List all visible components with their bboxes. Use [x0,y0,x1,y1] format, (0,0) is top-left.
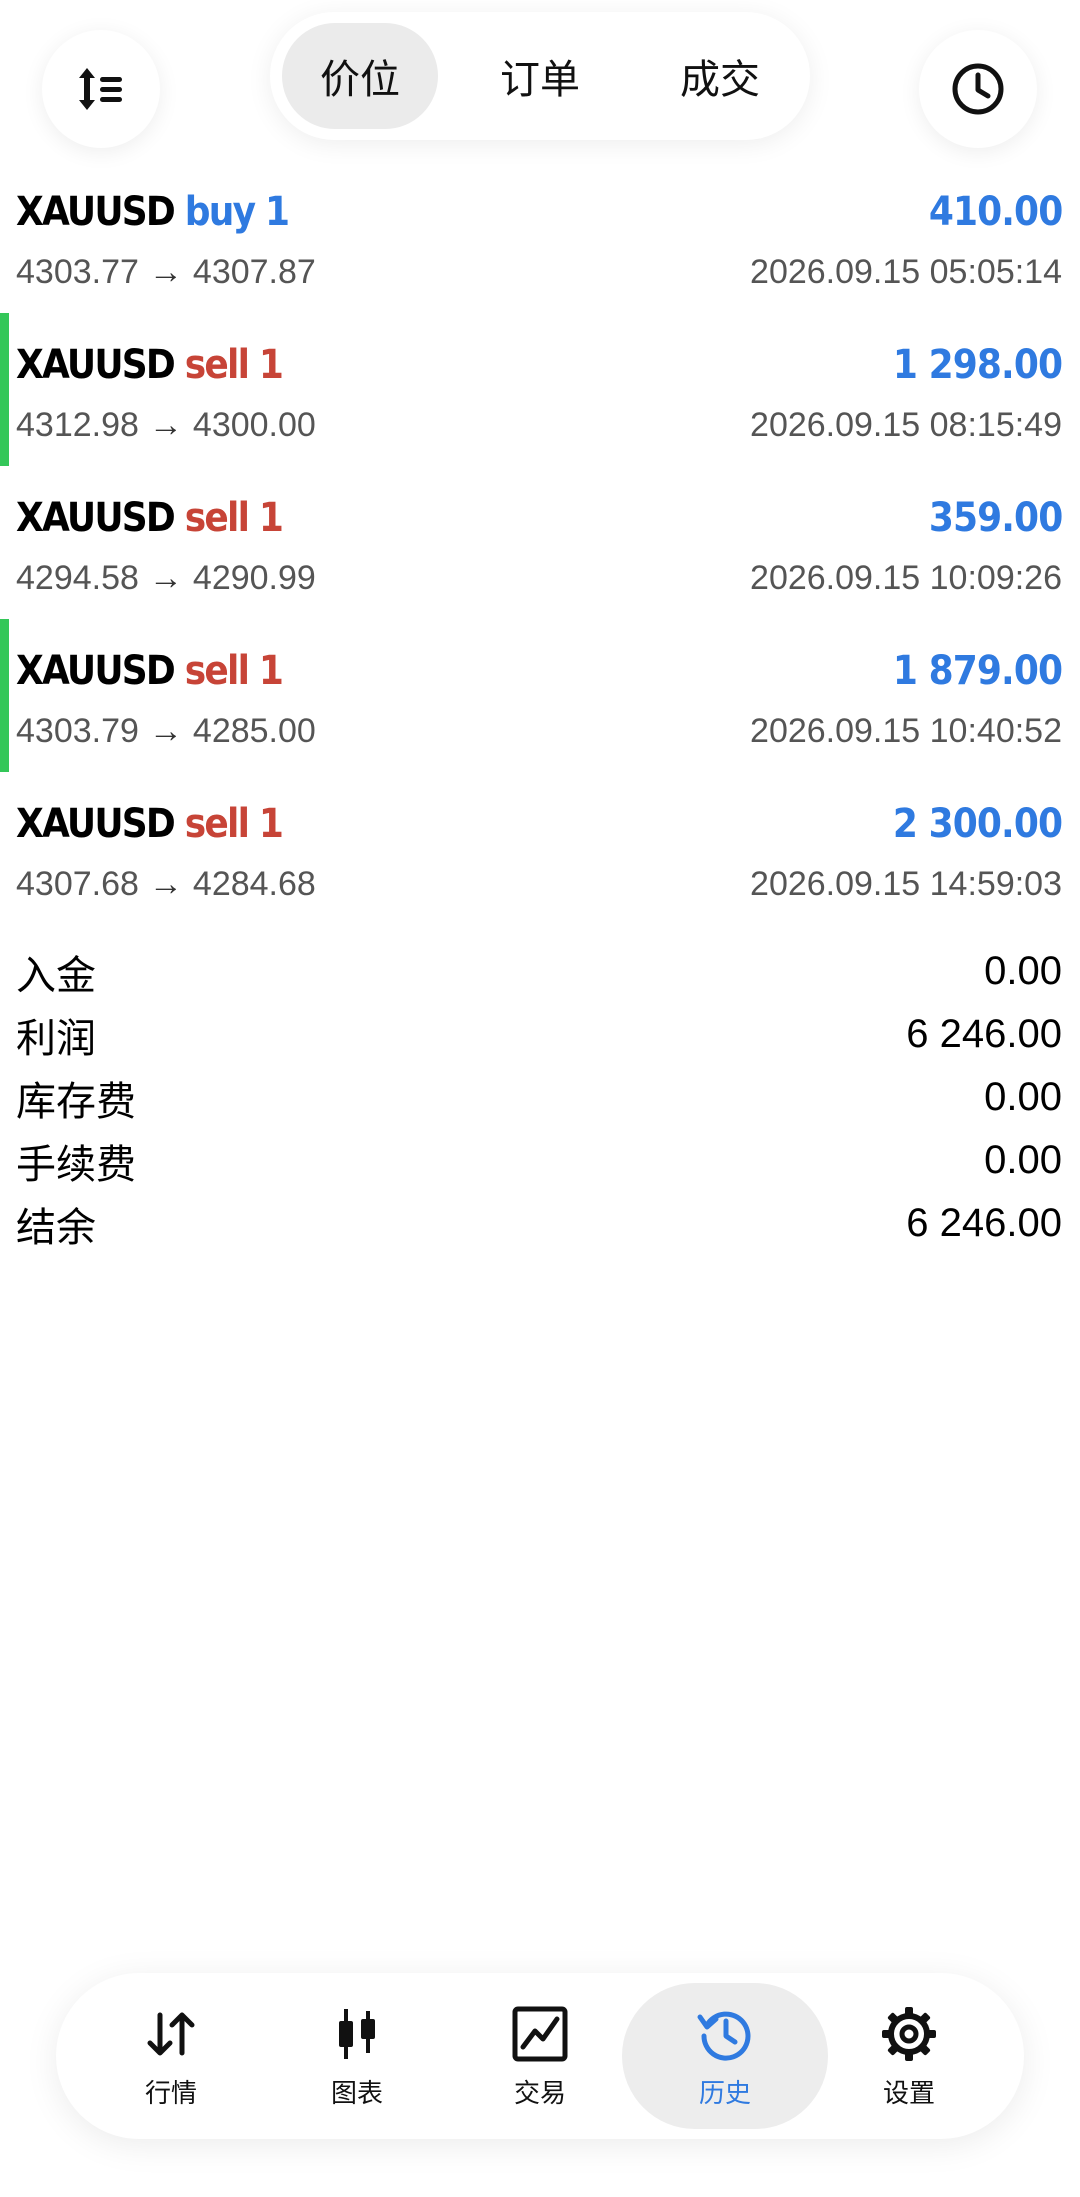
summary-row-commission: 手续费 0.00 [16,1129,1062,1192]
top-bar: 价位 订单 成交 [0,10,1080,150]
nav-label: 设置 [882,2077,935,2108]
summary-value: 0.00 [984,949,1062,993]
segmented-control: 价位 订单 成交 [270,12,810,140]
trade-row[interactable]: XAUUSD sell 1 359.00 4294.58 → 4290.99 2026.09… [0,466,1080,619]
candlestick-chart-icon [339,2008,375,2059]
open-price: 4307.68 [16,864,139,903]
trade-profit: 359.00 [928,495,1062,541]
summary-value: 0.00 [984,1075,1062,1119]
arrow-right-icon: → [148,864,183,903]
trade-profit: 1 298.00 [892,342,1063,388]
history-icon [697,2011,751,2061]
sort-button[interactable] [42,30,160,148]
trade-highlight-bar [0,619,9,772]
trade-prices: 4307.68 → 4284.68 [16,865,316,904]
trade-symbol: XAUUSD sell 1 [16,342,284,388]
trade-symbol: XAUUSD buy 1 [16,189,290,235]
history-screen: 价位 订单 成交 XAUUSD buy 1 410.00 4303.77 → 4307.8… [0,0,1080,2197]
summary-value: 0.00 [984,1138,1062,1182]
trade-direction: sell 1 [184,342,284,388]
open-price: 4303.77 [16,252,139,291]
tab-price[interactable]: 价位 [282,23,438,129]
sort-icon [79,68,122,110]
nav-label: 交易 [513,2077,566,2108]
symbol-name: XAUUSD [16,189,176,235]
trade-direction: sell 1 [184,648,284,694]
summary-row-profit: 利润 6 246.00 [16,1003,1062,1066]
trade-time: 2026.09.15 08:15:49 [750,405,1062,444]
nav-label: 图表 [330,2077,383,2108]
open-price: 4303.79 [16,711,139,750]
trade-direction: buy 1 [184,189,290,235]
symbol-name: XAUUSD [16,495,176,541]
summary-label: 利润 [16,1016,96,1061]
trade-row[interactable]: XAUUSD buy 1 410.00 4303.77 → 4307.87 2026.09.… [0,160,1080,313]
arrow-right-icon: → [148,252,183,291]
nav-item-trade[interactable]: 交易 [437,1983,643,2129]
summary-label: 手续费 [16,1142,136,1187]
clock-icon [952,63,1004,115]
gear-icon [882,2006,936,2061]
nav-item-charts[interactable]: 图表 [254,1983,460,2129]
trade-chart-icon [512,2006,568,2061]
nav-label: 历史 [698,2077,751,2108]
trade-highlight-bar [0,313,9,466]
summary-label: 入金 [16,953,96,998]
summary-label: 结余 [16,1205,96,1250]
trade-symbol: XAUUSD sell 1 [16,495,284,541]
trade-profit: 410.00 [928,189,1062,235]
trade-symbol: XAUUSD sell 1 [16,801,284,847]
trade-direction: sell 1 [184,495,284,541]
trade-direction: sell 1 [184,801,284,847]
close-price: 4307.87 [192,252,316,291]
tab-orders[interactable]: 订单 [462,23,618,129]
tab-deals[interactable]: 成交 [642,23,798,129]
summary-label: 库存费 [16,1079,136,1124]
trade-time: 2026.09.15 10:40:52 [750,711,1062,750]
trade-prices: 4303.79 → 4285.00 [16,712,316,751]
summary-value: 6 246.00 [906,1201,1062,1245]
arrow-right-icon: → [148,558,183,597]
summary-value: 6 246.00 [906,1012,1062,1056]
close-price: 4285.00 [192,711,316,750]
nav-item-history[interactable]: 历史 [622,1983,828,2129]
close-price: 4290.99 [192,558,316,597]
trade-prices: 4312.98 → 4300.00 [16,406,316,445]
summary-section: 入金 0.00 利润 6 246.00 库存费 0.00 手续费 0.00 结余… [16,940,1062,1255]
nav-item-settings[interactable]: 设置 [806,1983,1012,2129]
trade-prices: 4303.77 → 4307.87 [16,253,316,292]
nav-label: 行情 [144,2077,197,2108]
symbol-name: XAUUSD [16,648,176,694]
quotes-arrows-icon [147,2012,195,2055]
close-price: 4284.68 [192,864,316,903]
close-price: 4300.00 [192,405,316,444]
trade-list: XAUUSD buy 1 410.00 4303.77 → 4307.87 2026.09.… [0,160,1080,925]
open-price: 4294.58 [16,558,139,597]
trade-prices: 4294.58 → 4290.99 [16,559,316,598]
symbol-name: XAUUSD [16,801,176,847]
trade-profit: 2 300.00 [892,801,1063,847]
arrow-right-icon: → [148,405,183,444]
trade-time: 2026.09.15 05:05:14 [750,252,1062,291]
arrow-right-icon: → [148,711,183,750]
summary-row-deposit: 入金 0.00 [16,940,1062,1003]
trade-time: 2026.09.15 14:59:03 [750,864,1062,903]
bottom-nav: 行情 图表 交易 历史 设置 [56,1973,1024,2139]
open-price: 4312.98 [16,405,139,444]
trade-row[interactable]: XAUUSD sell 1 1 298.00 4312.98 → 4300.00 2026.… [0,313,1080,466]
summary-row-balance: 结余 6 246.00 [16,1192,1062,1255]
trade-row[interactable]: XAUUSD sell 1 1 879.00 4303.79 → 4285.00 2026.… [0,619,1080,772]
symbol-name: XAUUSD [16,342,176,388]
trade-time: 2026.09.15 10:09:26 [750,558,1062,597]
time-filter-button[interactable] [919,30,1037,148]
trade-row[interactable]: XAUUSD sell 1 2 300.00 4307.68 → 4284.68 2026.… [0,772,1080,925]
trade-symbol: XAUUSD sell 1 [16,648,284,694]
summary-row-swap: 库存费 0.00 [16,1066,1062,1129]
nav-item-quotes[interactable]: 行情 [68,1983,274,2129]
trade-profit: 1 879.00 [892,648,1063,694]
